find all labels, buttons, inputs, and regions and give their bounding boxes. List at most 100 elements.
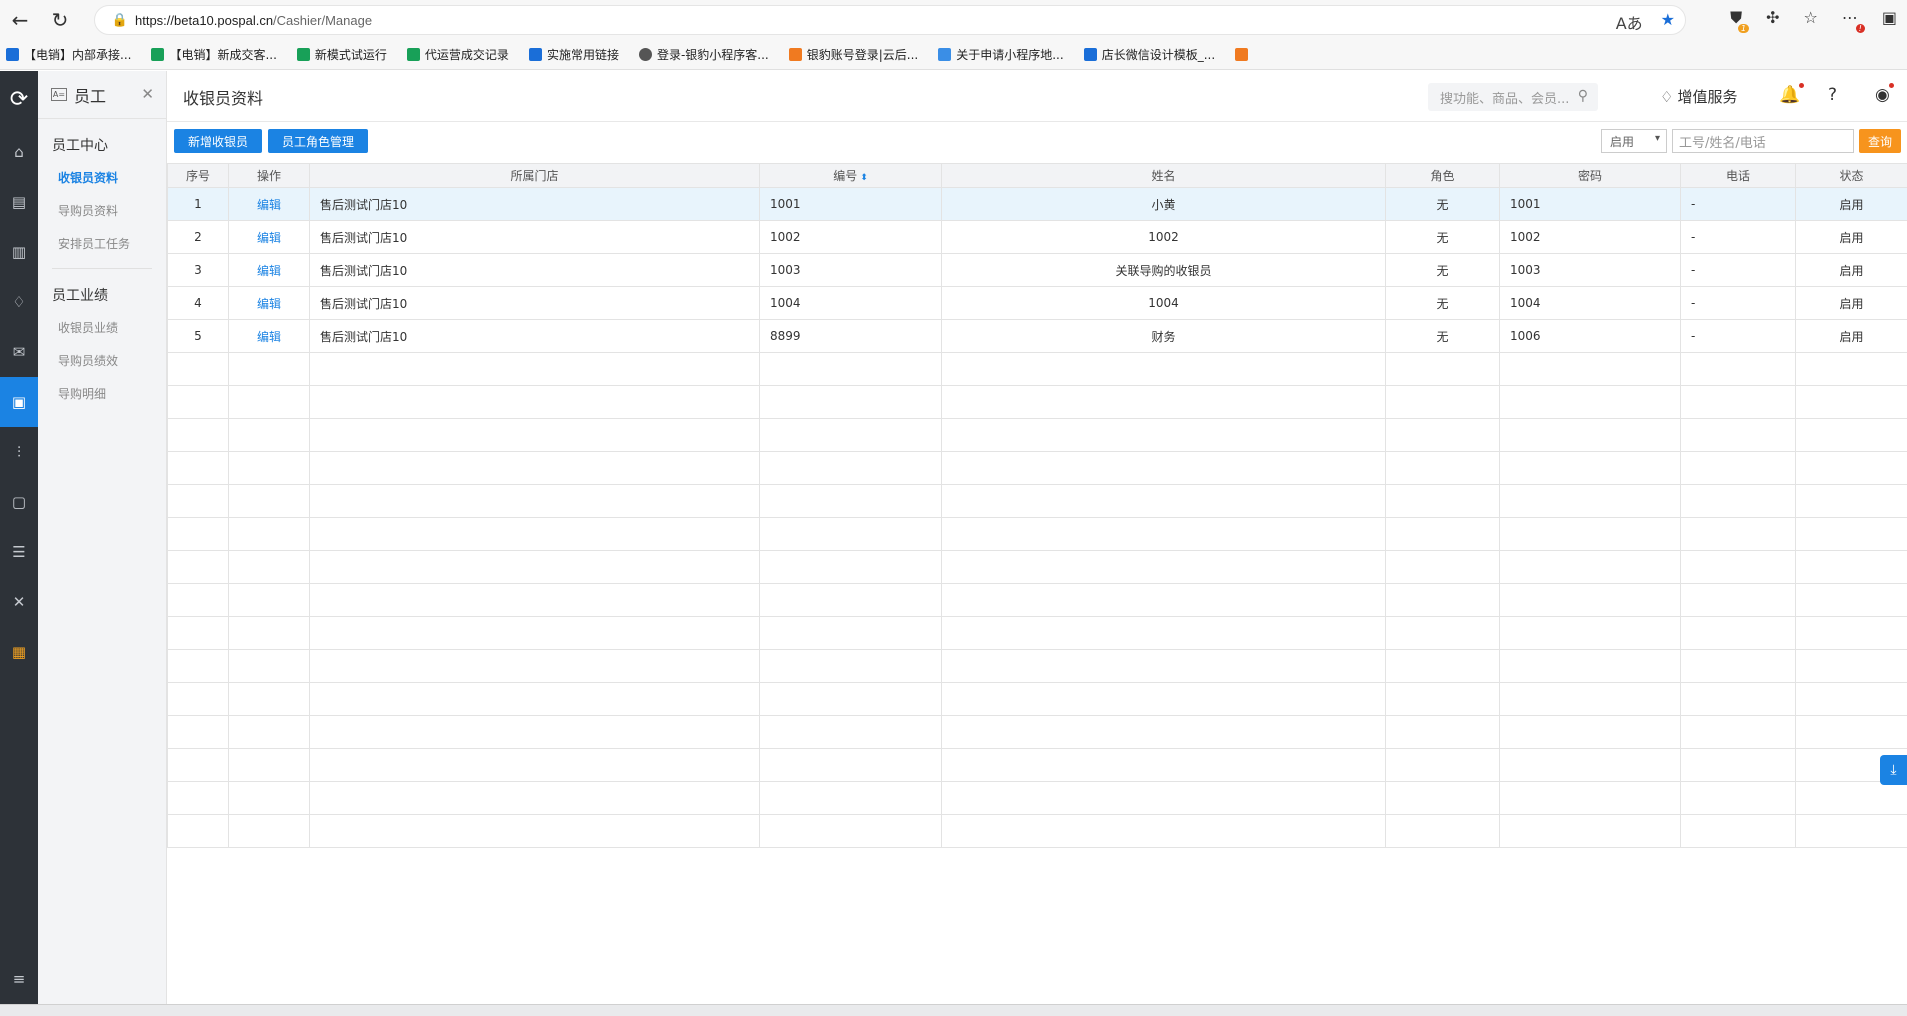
global-search-input[interactable]: 搜功能、商品、会员... ⚲ <box>1428 83 1598 111</box>
settings-sliders-icon[interactable]: ☰ <box>0 527 38 577</box>
refresh-icon[interactable]: ↻ <box>40 0 80 40</box>
sort-icon[interactable]: ⬍ <box>860 173 868 183</box>
empty-cell <box>1499 748 1681 782</box>
table-cell: 1003 <box>1499 253 1681 287</box>
empty-cell <box>309 517 760 551</box>
home-icon[interactable]: ⌂ <box>0 127 38 177</box>
empty-cell <box>1680 814 1796 848</box>
submenu-item-guide-info[interactable]: 导购员资料 <box>38 194 166 227</box>
address-bar[interactable]: 🔒 https://beta10.pospal.cn/Cashier/Manag… <box>94 5 1686 35</box>
col-header: 操作 <box>228 163 310 188</box>
document-icon[interactable]: ▢ <box>0 477 38 527</box>
cashier-icon[interactable]: ▤ <box>0 177 38 227</box>
table-cell: 1002 <box>941 220 1386 254</box>
empty-cell <box>1795 715 1907 749</box>
table-row[interactable]: 3 编辑 售后测试门店10 1003 关联导购的收银员无 1003- 启用 <box>167 253 1907 287</box>
add-cashier-button[interactable]: 新增收银员 <box>174 129 263 153</box>
empty-cell <box>1680 682 1796 716</box>
table-cell: 启用 <box>1795 253 1907 287</box>
download-icon[interactable]: ⤓ <box>1880 755 1907 785</box>
table-row[interactable]: 5 编辑 售后测试门店10 8899 财务无 1006- 启用 <box>167 319 1907 353</box>
col-header: 所属门店 <box>309 163 760 188</box>
submenu-item-guide-detail[interactable]: 导购明细 <box>38 377 166 410</box>
empty-row <box>167 583 1907 617</box>
bookmark-5[interactable]: 登录-银豹小程序客... <box>638 46 769 63</box>
tools-icon[interactable]: ✕ <box>0 577 38 627</box>
empty-cell <box>1385 352 1500 386</box>
edit-link[interactable]: 编辑 <box>228 286 310 320</box>
bookmark-0[interactable]: 【电销】内部承接... <box>6 46 131 63</box>
table-cell: 1004 <box>1499 286 1681 320</box>
empty-row <box>167 781 1907 815</box>
id-card-icon: A= <box>51 88 67 101</box>
report-icon[interactable]: ⫶ <box>0 427 38 477</box>
menu-search-icon[interactable]: ≡ <box>0 954 38 1004</box>
empty-cell <box>1795 451 1907 485</box>
bookmark-2[interactable]: 新模式试运行 <box>296 46 387 63</box>
member-icon[interactable]: ♢ <box>0 277 38 327</box>
table-row[interactable]: 4 编辑 售后测试门店10 1004 1004 无 1004- 启用 <box>167 286 1907 320</box>
table-cell: 1001 <box>1499 187 1681 221</box>
bell-icon[interactable]: 🔔 <box>1779 83 1805 105</box>
empty-cell <box>941 484 1386 518</box>
empty-cell <box>228 715 310 749</box>
table-cell: 1002 <box>759 220 942 254</box>
value-added-service-link[interactable]: ♢ 增值服务 <box>1660 86 1737 107</box>
marketing-icon[interactable]: ✉ <box>0 327 38 377</box>
empty-cell <box>1385 649 1500 683</box>
extension-icon[interactable]: ⛊ 1 <box>1730 8 1750 33</box>
favorites-icon[interactable]: ☆ <box>1804 8 1818 28</box>
bookmark-9[interactable] <box>1235 48 1253 61</box>
submenu-item-arrange-task[interactable]: 安排员工任务 <box>38 227 166 260</box>
puzzle-icon[interactable]: ✣ <box>1766 8 1779 28</box>
table-row[interactable]: 2 编辑 售后测试门店10 1002 1002 无 1002- 启用 <box>167 220 1907 254</box>
more-icon[interactable]: ⋯! <box>1842 8 1865 33</box>
action-buttons: 新增收银员 员工角色管理 <box>174 129 369 153</box>
submenu-item-guide-performance[interactable]: 导购员绩效 <box>38 344 166 377</box>
bookmark-8[interactable]: 店长微信设计模板_... <box>1083 46 1215 63</box>
bookmark-7[interactable]: 关于申请小程序地... <box>938 46 1064 63</box>
bookmark-1[interactable]: 【电销】新成交客... <box>151 46 277 63</box>
edit-link[interactable]: 编辑 <box>228 253 310 287</box>
back-icon[interactable]: ← <box>0 0 40 40</box>
col-header-code[interactable]: 编号 ⬍ <box>759 163 942 188</box>
status-select[interactable]: 启用 ▾ <box>1601 129 1667 153</box>
bookmark-6[interactable]: 银豹账号登录|云后... <box>788 46 918 63</box>
read-aloud-icon[interactable]: Aあ <box>1616 10 1643 34</box>
product-icon[interactable]: ▥ <box>0 227 38 277</box>
empty-cell <box>309 550 760 584</box>
employee-icon[interactable]: ▣ <box>0 377 38 427</box>
empty-row <box>167 715 1907 749</box>
empty-cell <box>167 550 229 584</box>
edit-link[interactable]: 编辑 <box>228 220 310 254</box>
empty-cell <box>1499 352 1681 386</box>
apps-grid-icon[interactable]: ▦ <box>0 627 38 677</box>
keyword-input[interactable]: 工号/姓名/电话 <box>1672 129 1854 153</box>
empty-cell <box>167 352 229 386</box>
pospal-logo-icon[interactable]: ⟳ <box>0 71 38 127</box>
sidebar-toggle-icon[interactable]: ▣ <box>1882 8 1897 28</box>
bookmark-3[interactable]: 代运营成交记录 <box>406 46 509 63</box>
empty-cell <box>1499 484 1681 518</box>
search-icon[interactable]: ⚲ <box>1578 88 1588 104</box>
favorite-star-icon[interactable]: ★ <box>1661 10 1675 34</box>
empty-cell <box>167 715 229 749</box>
query-button[interactable]: 查询 <box>1859 129 1901 153</box>
table-cell: 启用 <box>1795 187 1907 221</box>
submenu-item-cashier-info[interactable]: 收银员资料 <box>38 161 166 194</box>
edit-link[interactable]: 编辑 <box>228 187 310 221</box>
filter-bar: 启用 ▾ 工号/姓名/电话 查询 <box>1601 129 1901 153</box>
role-manage-button[interactable]: 员工角色管理 <box>268 129 369 153</box>
user-avatar-icon[interactable]: ◉ <box>1875 83 1894 105</box>
table-cell: 售后测试门店10 <box>309 253 760 287</box>
close-icon[interactable]: ✕ <box>141 85 154 103</box>
empty-cell <box>1795 682 1907 716</box>
empty-cell <box>759 781 942 815</box>
bookmark-4[interactable]: 实施常用链接 <box>528 46 619 63</box>
empty-cell <box>167 418 229 452</box>
help-icon[interactable]: ? <box>1828 85 1837 105</box>
edit-link[interactable]: 编辑 <box>228 319 310 353</box>
empty-cell <box>1680 451 1796 485</box>
submenu-item-cashier-performance[interactable]: 收银员业绩 <box>38 311 166 344</box>
table-row[interactable]: 1 编辑 售后测试门店10 1001 小黄无 1001- 启用 <box>167 187 1907 221</box>
